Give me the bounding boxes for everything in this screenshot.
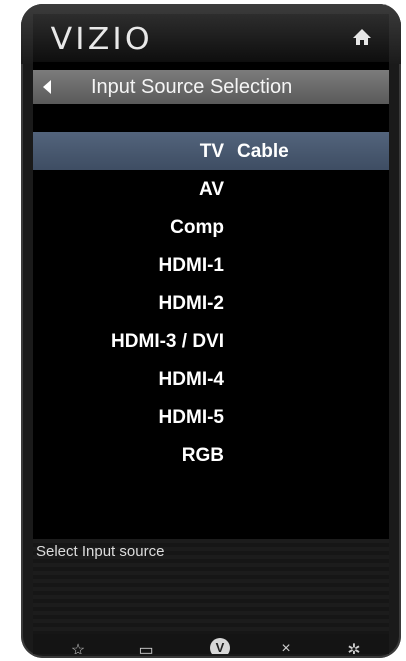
gear-icon: ✲ bbox=[347, 642, 361, 654]
help-text: Select Input source bbox=[36, 543, 165, 560]
input-item-hdmi-5[interactable]: HDMI-5 bbox=[33, 398, 389, 436]
bottom-navbar: ☆ ▭ V × ✲ bbox=[33, 634, 389, 654]
input-sublabel: Cable bbox=[237, 141, 289, 162]
input-label: TV bbox=[199, 141, 224, 162]
input-list: TV Cable AV Comp HDMI-1 HDMI-2 HDMI-3 / DVI HDM… bbox=[33, 132, 389, 474]
input-label: HDMI-2 bbox=[158, 293, 224, 314]
screen-button[interactable]: ▭ bbox=[123, 640, 169, 654]
close-icon: × bbox=[281, 640, 291, 654]
vizio-v-icon[interactable]: V bbox=[210, 638, 230, 654]
input-item-hdmi-2[interactable]: HDMI-2 bbox=[33, 284, 389, 322]
input-label: AV bbox=[199, 179, 224, 200]
input-item-comp[interactable]: Comp bbox=[33, 208, 389, 246]
help-panel: Select Input source bbox=[33, 539, 389, 639]
title-bar: Input Source Selection bbox=[33, 70, 389, 104]
input-item-hdmi-4[interactable]: HDMI-4 bbox=[33, 360, 389, 398]
input-label: HDMI-5 bbox=[158, 407, 224, 428]
input-item-hdmi-1[interactable]: HDMI-1 bbox=[33, 246, 389, 284]
input-item-hdmi-3-dvi[interactable]: HDMI-3 / DVI bbox=[33, 322, 389, 360]
remote-device-frame: VIZIO Input Source Selection TV Cable AV Co… bbox=[21, 4, 401, 658]
input-label: RGB bbox=[181, 445, 224, 466]
top-bar: VIZIO bbox=[33, 14, 389, 62]
star-icon: ☆ bbox=[70, 642, 86, 654]
input-item-rgb[interactable]: RGB bbox=[33, 436, 389, 474]
screen: VIZIO Input Source Selection TV Cable AV Co… bbox=[33, 14, 389, 654]
home-icon[interactable] bbox=[351, 26, 373, 48]
input-item-av[interactable]: AV bbox=[33, 170, 389, 208]
back-button[interactable] bbox=[33, 70, 83, 104]
screen-icon: ▭ bbox=[138, 642, 154, 654]
input-label: HDMI-3 / DVI bbox=[111, 331, 224, 352]
page-title: Input Source Selection bbox=[91, 76, 293, 98]
input-label: HDMI-1 bbox=[158, 255, 224, 276]
input-label: Comp bbox=[170, 217, 224, 238]
gear-button[interactable]: ✲ bbox=[331, 640, 377, 654]
back-arrow-icon bbox=[43, 80, 51, 94]
close-button[interactable]: × bbox=[263, 640, 309, 654]
input-item-tv[interactable]: TV Cable bbox=[33, 132, 389, 170]
input-label: HDMI-4 bbox=[158, 369, 224, 390]
vizio-logo: VIZIO bbox=[50, 22, 153, 57]
star-button[interactable]: ☆ bbox=[55, 640, 101, 654]
